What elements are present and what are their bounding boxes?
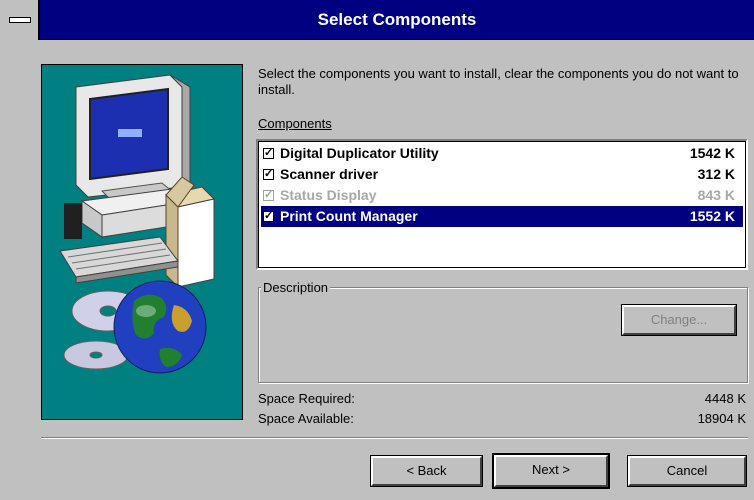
instruction-text: Select the components you want to instal… [258, 66, 739, 97]
space-available-label: Space Available: [258, 411, 354, 426]
software-box-icon [165, 176, 215, 289]
space-required-row: Space Required: 4448 K [258, 391, 748, 406]
component-item-digital-duplicator-utility[interactable]: ✓ Digital Duplicator Utility 1542 K [261, 143, 743, 164]
component-checkbox[interactable]: ✓ [263, 190, 274, 201]
monitor-icon [75, 74, 191, 204]
cancel-button[interactable]: Cancel [627, 455, 747, 487]
component-name: Digital Duplicator Utility [280, 145, 439, 161]
component-name: Scanner driver [280, 166, 379, 182]
component-size: 1552 K [689, 208, 735, 224]
component-item-scanner-driver[interactable]: ✓ Scanner driver 312 K [261, 164, 743, 185]
minimize-bar-icon [9, 17, 31, 23]
divider [41, 437, 748, 439]
globe-icon [113, 280, 207, 374]
component-size: 1542 K [689, 145, 735, 161]
computer-and-globe-illustration [59, 74, 215, 374]
component-checkbox[interactable]: ✓ [263, 169, 274, 180]
next-button[interactable]: Next > [492, 453, 610, 489]
description-group [258, 287, 748, 383]
components-list[interactable]: ✓ Digital Duplicator Utility 1542 K ✓ Sc… [256, 139, 748, 270]
component-size: 312 K [697, 166, 735, 182]
system-menu-button[interactable] [0, 0, 40, 40]
component-checkbox[interactable]: ✓ [263, 211, 274, 222]
description-label: Description [261, 280, 331, 295]
component-item-status-display[interactable]: ✓ Status Display 843 K [261, 185, 743, 206]
components-label: Components [258, 116, 332, 131]
component-checkbox[interactable]: ✓ [263, 148, 274, 159]
component-size: 843 K [697, 187, 735, 203]
space-required-label: Space Required: [258, 391, 355, 406]
component-name: Status Display [280, 187, 377, 203]
component-name: Print Count Manager [280, 208, 418, 224]
space-available-value: 18904 K [697, 411, 746, 426]
space-available-row: Space Available: 18904 K [258, 411, 748, 426]
window-title: Select Components [317, 10, 477, 29]
components-label-text: Components [258, 116, 332, 131]
change-button[interactable]: Change... [621, 304, 737, 336]
component-item-print-count-manager[interactable]: ✓ Print Count Manager 1552 K [261, 206, 743, 227]
title-bar: Select Components [0, 0, 754, 40]
keyboard-icon [59, 236, 179, 284]
setup-illustration [41, 64, 243, 420]
back-button[interactable]: < Back [370, 455, 483, 487]
space-required-value: 4448 K [704, 391, 746, 406]
